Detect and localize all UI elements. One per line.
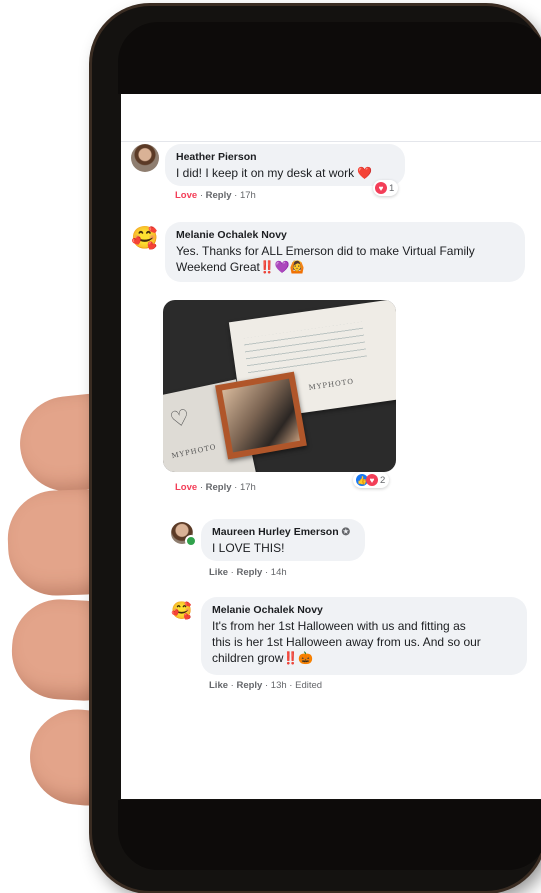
reply-bubble: Melanie Ochalek Novy It's from her 1st H… — [201, 597, 527, 675]
reply-time[interactable]: 13h — [271, 680, 287, 691]
attached-photo[interactable]: MYPHOTO ♡ MYPHOTO — [163, 300, 396, 472]
reaction-count: 2 — [380, 474, 386, 486]
phone-screen: Heather Pierson I did! I keep it on my d… — [121, 94, 541, 799]
reply-action[interactable]: Reply — [206, 482, 232, 493]
comment-time[interactable]: 17h — [240, 482, 256, 493]
heart-logo-icon: ♡ — [167, 404, 193, 433]
phone-top-bezel — [118, 22, 541, 94]
comment-bubble: Heather Pierson I did! I keep it on my d… — [165, 144, 405, 186]
reply-text-line: children grow‼️🎃 — [212, 651, 314, 665]
like-action[interactable]: Like — [209, 567, 228, 578]
card-brand-text: MYPHOTO — [308, 377, 355, 392]
reaction-badge[interactable]: 👍 ♥ 2 — [353, 472, 390, 488]
heart-reaction-icon: ♥ — [375, 182, 387, 194]
comment-author[interactable]: Melanie Ochalek Novy — [176, 229, 514, 241]
love-action[interactable]: Love — [175, 482, 197, 493]
reply-author: Maureen Hurley Emerson ✪ — [212, 526, 351, 538]
reply-actions: Like · Reply · 14h — [209, 567, 287, 578]
reply-text-line: this is her 1st Halloween away from us. … — [212, 635, 481, 649]
reply-text-line: It's from her 1st Halloween with us and … — [212, 619, 466, 633]
reply-actions: Like · Reply · 13h · Edited — [209, 680, 323, 691]
edited-label: Edited — [295, 680, 323, 691]
comment-text: I did! I keep it on my desk at work ❤️ — [176, 166, 373, 180]
comment-text-line: Weekend Great‼️💜🙆 — [176, 260, 305, 274]
reply-time[interactable]: 14h — [271, 567, 287, 578]
comment-actions: Love · Reply · 17h — [175, 190, 256, 201]
reply-text: I LOVE THIS! — [212, 541, 285, 555]
comment-time[interactable]: 17h — [240, 190, 256, 201]
comment-bubble: Melanie Ochalek Novy Yes. Thanks for ALL… — [165, 222, 525, 282]
like-action[interactable]: Like — [209, 680, 228, 691]
admin-badge-icon: ✪ — [341, 527, 351, 538]
reply-author[interactable]: Melanie Ochalek Novy — [212, 604, 516, 616]
comment-actions: Love · Reply · 17h — [175, 482, 256, 493]
reply-action[interactable]: Reply — [206, 190, 232, 201]
sleeve-brand-text: MYPHOTO — [170, 442, 218, 461]
heart-reaction-icon: ♥ — [366, 474, 378, 486]
photo-frame — [215, 371, 307, 460]
divider — [121, 141, 541, 142]
comment-author[interactable]: Heather Pierson — [176, 151, 394, 163]
reply-action[interactable]: Reply — [236, 680, 262, 691]
reply-action[interactable]: Reply — [236, 567, 262, 578]
reply-bubble: Maureen Hurley Emerson ✪ I LOVE THIS! — [201, 519, 365, 561]
love-action[interactable]: Love — [175, 190, 197, 201]
online-status-dot — [185, 535, 197, 547]
reaction-count: 1 — [389, 182, 395, 194]
phone-bottom-bezel — [118, 800, 541, 870]
avatar-emoji[interactable]: 🥰 — [131, 224, 159, 252]
reaction-badge[interactable]: ♥ 1 — [373, 180, 399, 196]
avatar[interactable] — [131, 144, 159, 172]
avatar-emoji[interactable]: 🥰 — [171, 600, 193, 622]
comment-text-line: Yes. Thanks for ALL Emerson did to make … — [176, 244, 475, 258]
